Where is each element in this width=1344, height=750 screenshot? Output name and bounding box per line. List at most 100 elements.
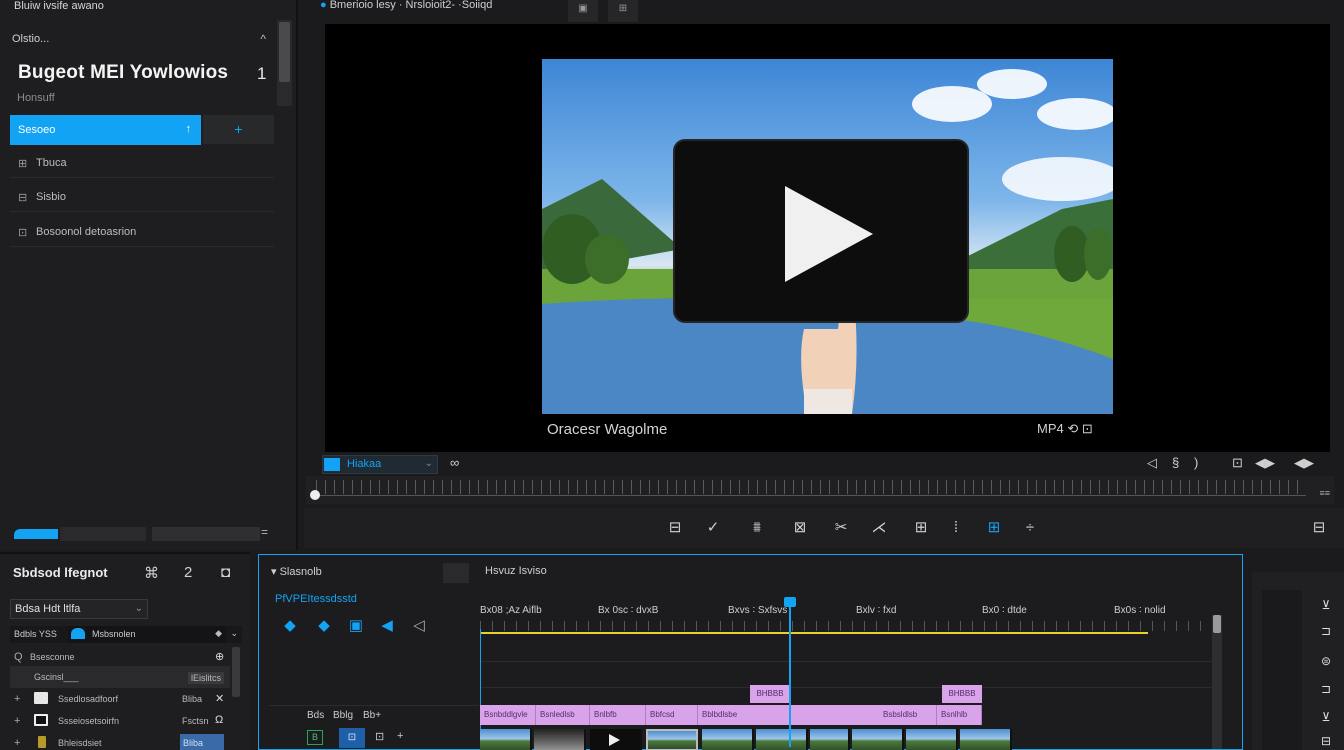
tool-stack-icon[interactable]: ⩩ [746,517,768,539]
step-icon-2[interactable]: ◀▶ [1294,455,1314,471]
media-row[interactable]: + Ssseiosetsoirfn Fsctsn Ω [10,710,230,732]
playback-select[interactable]: Hiakaa ⌄ [322,455,438,474]
chevron-down-icon[interactable]: ⌄ [230,628,238,639]
panel-icon-2[interactable]: ⊐ [1316,682,1336,696]
folder-icon[interactable]: ⌘ [144,564,159,582]
video-clip-thumb[interactable] [756,729,808,750]
media-filter-select[interactable]: Bdsa Hdt ltlfa ⌄ [10,599,148,619]
tool-crop-icon[interactable]: ⊠ [789,517,811,539]
viewer-tab[interactable]: ● Bmerioio lesy · Nrsloioit2- ·Soiiqd [320,0,492,11]
volume-icon[interactable]: ◁ [1147,455,1157,471]
omega-icon[interactable]: Ω [215,714,223,726]
media-row[interactable]: Q Bsesconne ⊕ [10,646,230,668]
close-icon[interactable]: ✕ [215,692,224,705]
menu-item[interactable]: ⊟ Sisbio [10,182,274,212]
panel-icon[interactable]: ⊐ [1316,624,1336,638]
tool-export-icon[interactable]: ⊟ [1308,517,1330,539]
media-row-chip[interactable]: Bliba [180,734,224,750]
video-clip-thumb[interactable] [960,729,1012,750]
footer-bar[interactable] [60,527,146,541]
add-track-icon[interactable]: + [397,730,403,742]
tool-clip-icon[interactable]: ⊟ [664,517,686,539]
menu-item[interactable]: ⊡ Bosoonol detoasrion [10,217,274,247]
tool-trim-icon[interactable]: ⋌ [868,517,890,539]
video-clip-thumb[interactable] [480,729,532,750]
marker-out-icon[interactable]: ◆ [314,616,334,634]
scrollbar-thumb[interactable] [279,22,290,82]
add-icon[interactable]: + [14,715,20,727]
back-icon[interactable]: ◁ [409,616,429,634]
menu-item[interactable]: ⊞ Tbuca [10,148,274,178]
chevron-up-icon[interactable]: ^ [260,32,266,46]
media-row[interactable]: + Ssedlosadfoorf Bliba ✕ [10,688,230,710]
media-row[interactable]: Gscinsl___ lEislitcs [10,666,230,688]
timeline-clip[interactable]: Bsnbddlgvle [480,705,536,725]
timeline-scrollbar[interactable] [1212,615,1222,749]
timeline-tab-button[interactable] [443,563,469,583]
timeline-clip[interactable]: Bsnledlsb [536,705,590,725]
video-viewer[interactable]: Oracesr Wagolme MP4 ⟲ ⊡ [325,24,1330,452]
playhead[interactable] [784,597,796,747]
panel-icon-3[interactable]: ⊟ [1316,734,1336,748]
track-lock-button[interactable]: ⊡ [339,728,365,748]
menu-icon[interactable]: = [261,525,268,539]
filter-toggle-icon[interactable]: ◆ [215,628,222,639]
viewer-tool-button[interactable]: ⊞ [608,0,638,22]
playhead-handle[interactable] [784,597,796,607]
scrollbar[interactable] [277,20,292,106]
prev-icon[interactable]: ◀ [377,616,397,634]
track-enable-toggle[interactable]: B [307,730,323,745]
ruler-end-icon[interactable]: ≡≡ [1319,488,1330,498]
scrub-ruler[interactable]: ≡≡ [306,476,1334,504]
video-clip-thumb[interactable] [534,729,586,750]
filter-input[interactable]: Msbsnolen ◆ [68,626,226,643]
timeline-header-label[interactable]: ▾ Slasnolb [271,565,322,578]
tool-layout-icon[interactable]: ⊞ [983,517,1005,539]
timeline-clip[interactable]: Bnlbfb [590,705,646,725]
scrollbar-thumb[interactable] [1213,615,1221,633]
video-clip-thumb[interactable] [646,729,698,750]
video-clip-thumb[interactable] [852,729,904,750]
panel-header[interactable]: Olstio... ^ [12,32,266,51]
viewer-tool-button[interactable]: ▣ [568,0,598,22]
scissors-icon[interactable]: ✂ [830,517,852,539]
snap-icon[interactable]: ▣ [346,616,366,634]
media-row[interactable]: + Bhleisdsiet Bliba [10,732,230,750]
tool-split-icon[interactable]: ÷ [1019,517,1041,539]
timeline-clip[interactable]: Bsbsldlsb [791,705,937,725]
video-clip-thumb[interactable] [906,729,958,750]
scrub-handle[interactable] [310,490,320,500]
sequence-label[interactable]: PfVPEItessdsstd [275,593,357,605]
step-icon[interactable]: ◀▶ [1255,455,1275,471]
footer-slider[interactable] [152,527,260,541]
track-mute-icon[interactable]: ⊡ [375,730,384,743]
timeline-clip[interactable]: Bsnlhlb [937,705,982,725]
layers-icon[interactable]: ⊜ [1316,654,1336,668]
tool-check-icon[interactable]: ✓ [702,517,724,539]
fit-icon[interactable]: ⊡ [1232,455,1243,471]
clip-marker[interactable]: BHBBB [942,685,982,703]
marker-icon[interactable]: § [1172,455,1179,470]
marker-in-icon[interactable]: ◆ [280,616,300,634]
video-frame[interactable] [542,59,1113,414]
loop-icon[interactable]: ∞ [450,455,459,470]
tool-divider-icon[interactable]: ⁞ [945,517,967,539]
collapse-icon[interactable]: ⊻ [1316,598,1336,612]
out-point-icon[interactable]: ) [1194,455,1198,470]
timeline-tab[interactable]: Hsvuz Isviso [485,565,547,577]
video-clip-thumb[interactable] [590,729,642,750]
play-button[interactable] [673,139,969,323]
scrollbar[interactable] [232,647,240,697]
add-icon[interactable]: + [14,737,20,749]
video-clip-thumb[interactable] [810,729,850,750]
clip-marker[interactable]: BHBBB [750,685,790,703]
timeline-clip[interactable]: Bbfcsd [646,705,698,725]
timeline-tracks[interactable]: Bx08 ;Az Aiflb Bx 0sc ∶ dvxB Bxvs ∶ Sxfs… [480,593,1230,750]
media-filter-bar[interactable]: Bdbls YSS Msbsnolen ◆ ⌄ [10,626,242,643]
tool-grid-icon[interactable]: ⊞ [910,517,932,539]
timeline-clip[interactable]: Bblbdlsbe [698,705,790,725]
settings-icon[interactable]: ⊕ [215,650,224,663]
chat-icon[interactable]: ◘ [221,564,230,581]
work-area-bar[interactable] [480,632,1148,634]
collapse-icon-2[interactable]: ⊻ [1316,710,1336,724]
